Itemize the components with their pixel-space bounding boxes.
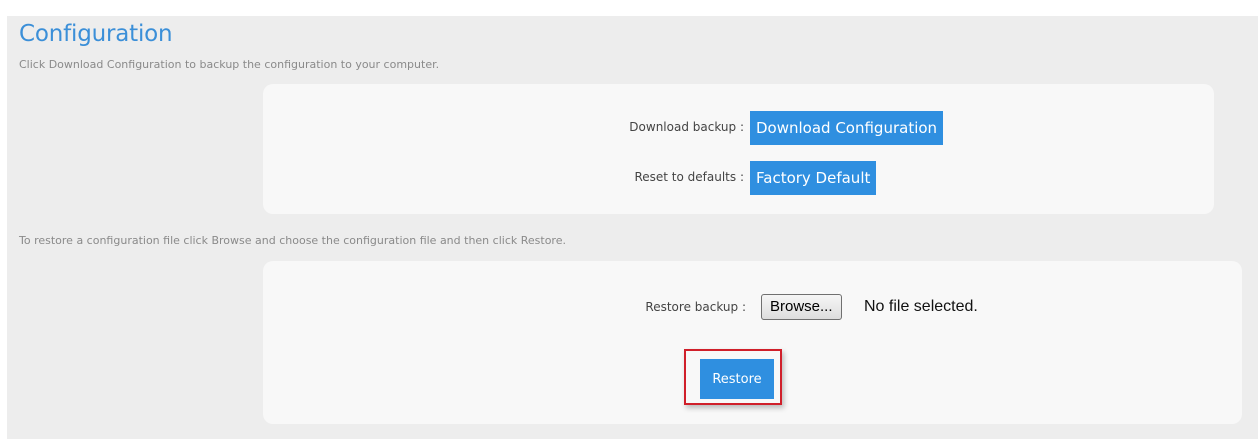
download-configuration-button[interactable]: Download Configuration bbox=[750, 111, 944, 145]
download-backup-label: Download backup : bbox=[629, 120, 744, 134]
restore-instructions: To restore a configuration file click Br… bbox=[19, 234, 566, 247]
backup-panel: Download backup : Download Configuration… bbox=[263, 84, 1214, 214]
factory-default-button[interactable]: Factory Default bbox=[750, 161, 877, 195]
configuration-page: Configuration Click Download Configurati… bbox=[7, 16, 1258, 439]
page-subtitle: Click Download Configuration to backup t… bbox=[19, 58, 440, 71]
reset-defaults-label: Reset to defaults : bbox=[634, 170, 744, 184]
file-status-text: No file selected. bbox=[864, 298, 978, 315]
browse-button[interactable]: Browse... bbox=[761, 294, 842, 320]
restore-button[interactable]: Restore bbox=[700, 359, 774, 399]
page-title: Configuration bbox=[19, 21, 173, 47]
restore-panel: Restore backup : Browse... No file selec… bbox=[263, 261, 1242, 424]
restore-backup-label: Restore backup : bbox=[645, 300, 746, 314]
